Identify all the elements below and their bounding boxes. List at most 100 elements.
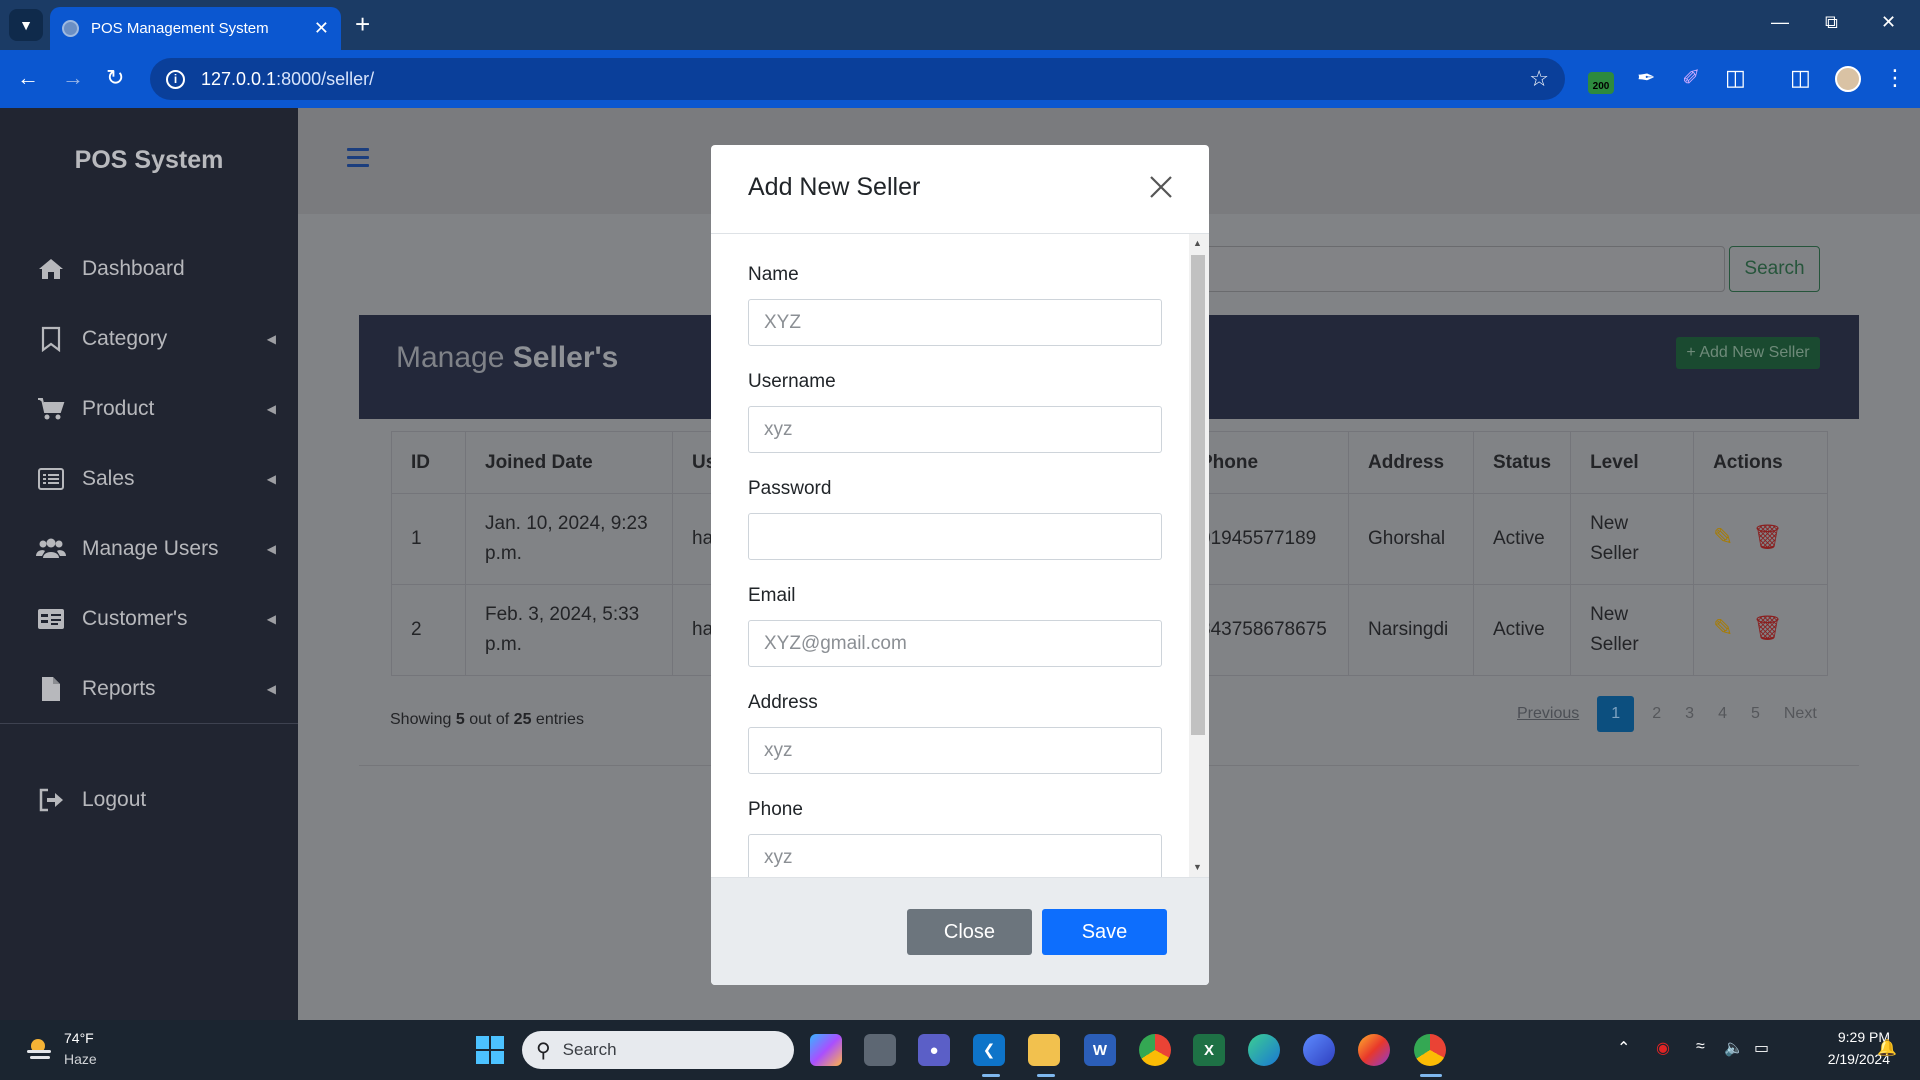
pagination-page[interactable]: 3: [1673, 705, 1706, 723]
forward-icon[interactable]: →: [62, 66, 84, 90]
scrollbar-thumb[interactable]: [1191, 255, 1205, 735]
sidebar-item-manage-users[interactable]: Manage Users ◀: [36, 529, 276, 569]
sidebar-item-label: Category: [82, 327, 168, 350]
address-field[interactable]: xyz: [748, 727, 1162, 774]
sidebar-item-category[interactable]: Category ◀: [36, 319, 276, 359]
save-button[interactable]: Save: [1042, 909, 1167, 955]
search-input[interactable]: [1200, 246, 1725, 292]
close-tab-icon[interactable]: ✕: [314, 18, 329, 39]
profile-avatar[interactable]: [1835, 66, 1861, 92]
trash-icon[interactable]: 🗑: [1752, 524, 1782, 551]
chrome-profile-icon[interactable]: [1414, 1034, 1446, 1066]
username-field[interactable]: xyz: [748, 406, 1162, 453]
excel-icon[interactable]: X: [1193, 1034, 1225, 1066]
site-info-icon[interactable]: i: [166, 69, 185, 89]
bookmark-star-icon[interactable]: ☆: [1529, 66, 1549, 92]
battery-icon[interactable]: ▭: [1754, 1038, 1769, 1058]
sidebar-item-label: Dashboard: [82, 257, 185, 280]
scroll-up-icon[interactable]: ▲: [1193, 238, 1202, 248]
sidebar-item-customers[interactable]: Customer's ◀: [36, 599, 276, 639]
clock-date[interactable]: 2/19/2024: [1790, 1051, 1890, 1067]
hamburger-menu-icon[interactable]: [347, 148, 369, 168]
record-icon[interactable]: ◉: [1656, 1038, 1670, 1058]
cell-status: Active: [1472, 493, 1572, 585]
column-header: Actions: [1693, 431, 1828, 494]
password-field[interactable]: [748, 513, 1162, 560]
cell-joined-date: Feb. 3, 2024, 5:33 p.m.: [465, 584, 673, 676]
sidebar-item-reports[interactable]: Reports ◀: [36, 669, 276, 709]
home-icon: [36, 256, 66, 282]
edge-icon[interactable]: [1248, 1034, 1280, 1066]
chrome-icon[interactable]: [1139, 1034, 1171, 1066]
restore-icon[interactable]: ⧉: [1825, 12, 1838, 33]
showing-total: 25: [513, 711, 532, 728]
browser-tab[interactable]: POS Management System ✕: [50, 7, 341, 50]
active-app-indicator: [1420, 1074, 1442, 1077]
vscode-icon[interactable]: ❮: [973, 1034, 1005, 1066]
column-header: Joined Date: [465, 431, 673, 494]
extension-badge[interactable]: 200: [1588, 72, 1614, 94]
firefox-dev-icon[interactable]: [1303, 1034, 1335, 1066]
add-seller-modal: Add New Seller Name XYZ Username xyz Pas…: [711, 145, 1209, 985]
sidebar-item-label: Logout: [82, 788, 147, 811]
pagination-next[interactable]: Next: [1772, 705, 1829, 723]
volume-icon[interactable]: 🔈: [1724, 1038, 1744, 1058]
caret-left-icon: ◀: [266, 682, 276, 696]
edit-icon[interactable]: ✎: [1713, 524, 1733, 551]
caret-left-icon: ◀: [266, 472, 276, 486]
window-close-icon[interactable]: ✕: [1881, 12, 1896, 33]
sidebar-item-sales[interactable]: Sales ◀: [36, 459, 276, 499]
start-icon[interactable]: [474, 1034, 506, 1066]
new-tab-button[interactable]: +: [355, 10, 370, 38]
eyedropper-icon[interactable]: ✒: [1637, 66, 1655, 90]
column-header: Status: [1472, 431, 1572, 494]
trash-icon[interactable]: 🗑: [1752, 615, 1782, 642]
search-button[interactable]: Search: [1729, 246, 1820, 292]
pagination-page[interactable]: 4: [1706, 705, 1739, 723]
menu-dots-icon[interactable]: ⋮: [1884, 66, 1906, 90]
address-bar[interactable]: i 127.0.0.1:8000/seller/ ☆: [150, 58, 1565, 100]
pagination-page-current[interactable]: 1: [1597, 696, 1635, 732]
pagination-previous[interactable]: Previous: [1505, 705, 1591, 723]
name-field[interactable]: XYZ: [748, 299, 1162, 346]
wifi-icon[interactable]: ≈: [1696, 1038, 1705, 1056]
weather-haze-icon[interactable]: [24, 1034, 54, 1064]
taskbar: 74°F Haze ⚲ Search ● ❮ W X ⌃ ◉ ≈ 🔈 ▭ 9:2…: [0, 1020, 1920, 1080]
tab-search-button[interactable]: ▼: [9, 9, 43, 41]
modal-header: Add New Seller: [711, 145, 1209, 234]
file-explorer-icon[interactable]: [1028, 1034, 1060, 1066]
close-icon[interactable]: [1147, 173, 1175, 201]
pagination-page[interactable]: 2: [1640, 705, 1673, 723]
chevron-up-icon[interactable]: ⌃: [1617, 1038, 1630, 1058]
side-panel-icon[interactable]: ◫: [1790, 66, 1811, 90]
sidebar-item-logout[interactable]: Logout: [36, 780, 276, 820]
entries-summary: Showing 5 out of 25 entries: [390, 711, 584, 729]
edit-icon[interactable]: ✎: [1713, 615, 1733, 642]
sidebar-item-dashboard[interactable]: Dashboard: [36, 249, 276, 289]
add-new-seller-button[interactable]: + Add New Seller: [1676, 337, 1820, 369]
extensions-icon[interactable]: ◫: [1725, 66, 1746, 90]
minimize-icon[interactable]: —: [1771, 12, 1789, 33]
reload-icon[interactable]: ↻: [106, 66, 124, 90]
feather-icon[interactable]: ✐: [1682, 66, 1700, 90]
pagination-page[interactable]: 5: [1739, 705, 1772, 723]
title-prefix: Manage: [396, 341, 505, 374]
taskbar-search[interactable]: ⚲ Search: [522, 1031, 794, 1069]
name-label: Name: [748, 264, 799, 285]
phone-field[interactable]: xyz: [748, 834, 1162, 877]
firefox-icon[interactable]: [1358, 1034, 1390, 1066]
close-button[interactable]: Close: [907, 909, 1032, 955]
column-header: Level: [1570, 431, 1695, 494]
back-icon[interactable]: ←: [17, 66, 39, 90]
email-field[interactable]: XYZ@gmail.com: [748, 620, 1162, 667]
scroll-down-icon[interactable]: ▼: [1193, 862, 1202, 872]
sidebar-item-product[interactable]: Product ◀: [36, 389, 276, 429]
teams-icon[interactable]: ●: [918, 1034, 950, 1066]
weather-desc: Haze: [64, 1051, 97, 1067]
copilot-icon[interactable]: [810, 1034, 842, 1066]
cell-address: Ghorshal: [1348, 493, 1474, 585]
word-icon[interactable]: W: [1084, 1034, 1116, 1066]
task-view-icon[interactable]: [864, 1034, 896, 1066]
chevron-down-icon: ▼: [19, 17, 33, 33]
notification-bell-icon[interactable]: 🔔: [1877, 1038, 1897, 1058]
